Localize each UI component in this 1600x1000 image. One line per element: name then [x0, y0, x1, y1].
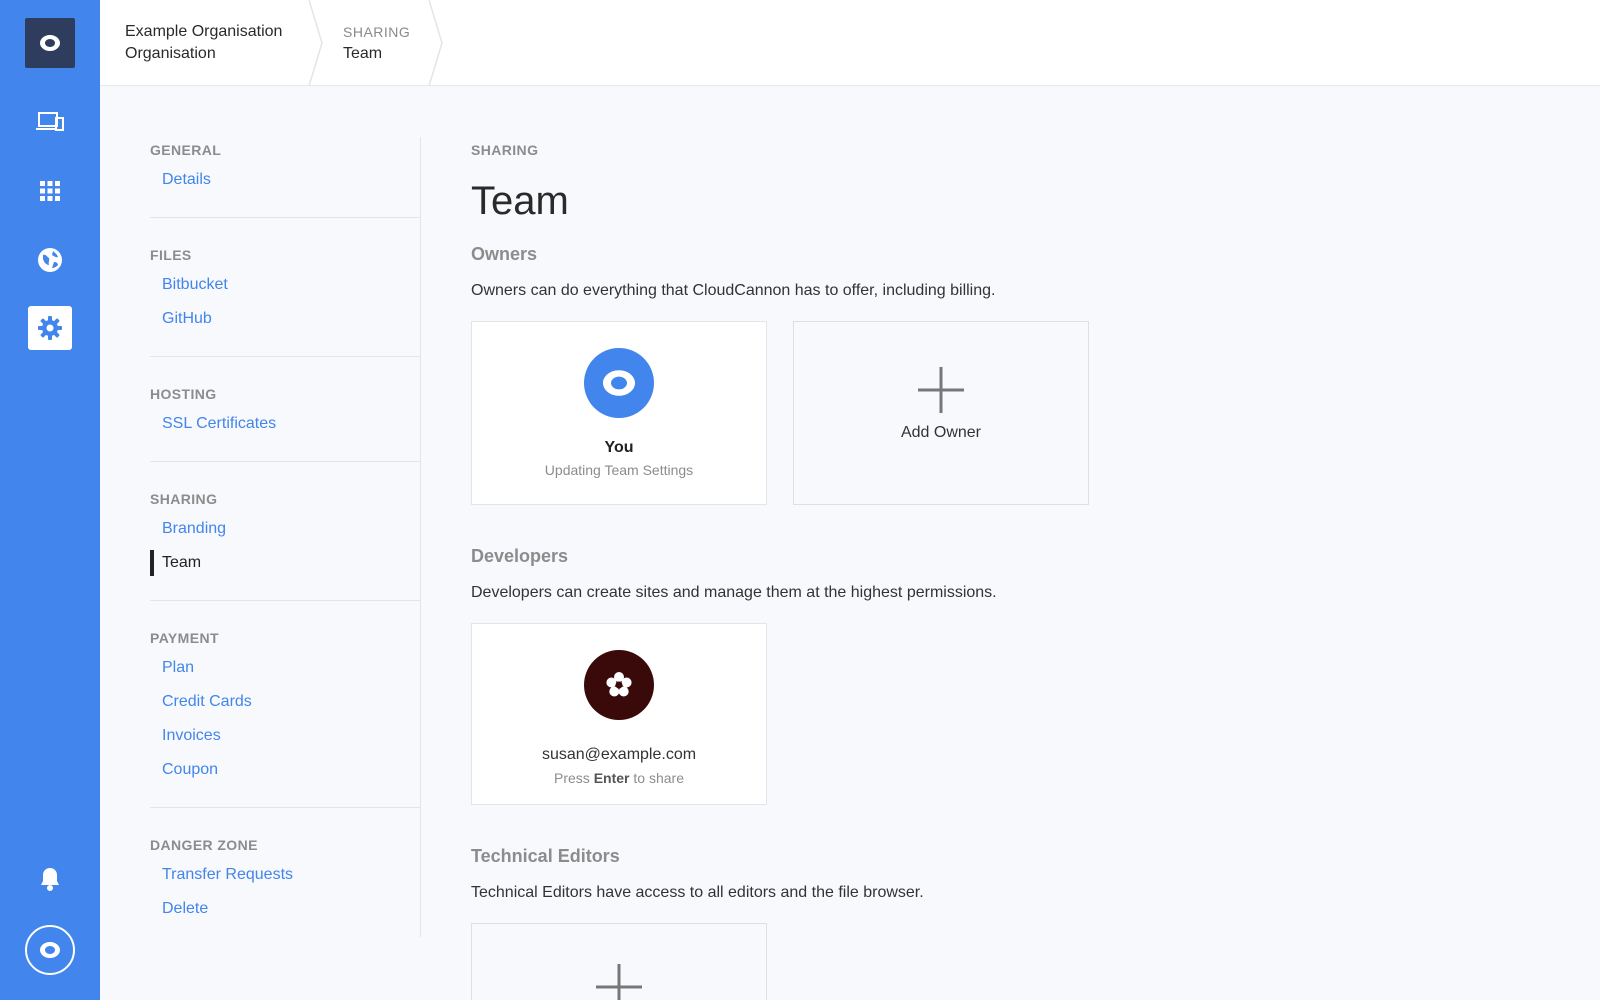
nav-item-github[interactable]: GitHub — [150, 302, 421, 336]
add-owner-label: Add Owner — [900, 424, 982, 441]
nav-group-payment: PAYMENT Plan Credit Cards Invoices Coupo… — [150, 625, 421, 808]
share-hint: Press Enter to share — [554, 769, 684, 787]
technical-editors-section: Technical Editors Technical Editors have… — [471, 843, 1571, 1000]
bell-icon[interactable] — [28, 857, 72, 901]
org-name: Example Organisation — [125, 23, 283, 40]
nav-item-ssl-certificates[interactable]: SSL Certificates — [150, 407, 421, 441]
developer-share-card: Press Enter to share — [471, 623, 767, 805]
owner-avatar-icon — [584, 348, 654, 418]
nav-item-branding[interactable]: Branding — [150, 512, 421, 546]
nav-item-invoices[interactable]: Invoices — [150, 719, 421, 753]
nav-heading: HOSTING — [150, 386, 217, 402]
share-hint-suffix: to share — [633, 770, 684, 786]
breadcrumb: Example Organisation Organisation SHARIN… — [100, 0, 1600, 86]
app-rail — [0, 0, 100, 1000]
nav-item-delete[interactable]: Delete — [150, 892, 421, 926]
nav-item-plan[interactable]: Plan — [150, 651, 421, 685]
nav-heading: PAYMENT — [150, 630, 219, 646]
nav-item-transfer-requests[interactable]: Transfer Requests — [150, 858, 421, 892]
technical-editors-description: Technical Editors have access to all edi… — [471, 884, 924, 901]
owners-heading: Owners — [471, 244, 538, 264]
breadcrumb-organisation[interactable]: Example Organisation Organisation — [125, 0, 282, 86]
breadcrumb-separator-icon — [308, 0, 323, 86]
share-hint-key: Enter — [593, 770, 630, 786]
breadcrumb-separator-icon — [428, 0, 443, 86]
settings-nav: GENERAL Details FILES Bitbucket GitHub H… — [150, 137, 421, 937]
add-technical-editor-button[interactable] — [471, 923, 767, 1000]
nav-heading: FILES — [150, 247, 192, 263]
nav-item-team[interactable]: Team — [150, 546, 421, 580]
owner-status: Updating Team Settings — [544, 462, 694, 478]
owner-name: You — [604, 439, 634, 456]
technical-editors-heading: Technical Editors — [471, 846, 620, 866]
nav-heading: DANGER ZONE — [150, 837, 258, 853]
plus-icon — [594, 962, 644, 1000]
org-type: Organisation — [125, 45, 216, 62]
developers-section: Developers Developers can create sites a… — [471, 543, 1571, 805]
share-email-input[interactable] — [499, 744, 739, 766]
nav-group-hosting: HOSTING SSL Certificates — [150, 381, 421, 462]
nav-item-credit-cards[interactable]: Credit Cards — [150, 685, 421, 719]
globe-icon[interactable] — [28, 238, 72, 282]
developers-heading: Developers — [471, 546, 569, 566]
breadcrumb-section: SHARING — [343, 24, 411, 40]
flower-avatar-icon — [584, 650, 654, 720]
owner-card-you: You Updating Team Settings — [471, 321, 767, 505]
devices-icon[interactable] — [28, 100, 72, 144]
plus-icon — [916, 364, 966, 416]
developers-description: Developers can create sites and manage t… — [471, 584, 997, 601]
share-hint-prefix: Press — [554, 770, 590, 786]
section-kicker: SHARING — [471, 142, 539, 158]
nav-group-general: GENERAL Details — [150, 137, 421, 218]
breadcrumb-current[interactable]: SHARING Team — [343, 0, 410, 86]
breadcrumb-page: Team — [343, 45, 383, 62]
owners-section: Owners Owners can do everything that Clo… — [471, 241, 1571, 505]
user-avatar-icon[interactable] — [25, 925, 75, 975]
nav-item-coupon[interactable]: Coupon — [150, 753, 421, 787]
nav-group-danger-zone: DANGER ZONE Transfer Requests Delete — [150, 832, 421, 946]
owners-description: Owners can do everything that CloudCanno… — [471, 282, 996, 299]
gear-icon[interactable] — [28, 306, 72, 350]
team-settings-panel: SHARING Team Owners Owners can do everyt… — [471, 137, 1571, 1000]
nav-heading: GENERAL — [150, 142, 222, 158]
cloudcannon-logo-icon[interactable] — [25, 18, 75, 68]
add-owner-button[interactable]: Add Owner — [793, 321, 1089, 505]
nav-group-files: FILES Bitbucket GitHub — [150, 242, 421, 357]
nav-item-bitbucket[interactable]: Bitbucket — [150, 268, 421, 302]
nav-heading: SHARING — [150, 491, 218, 507]
apps-grid-icon[interactable] — [28, 169, 72, 213]
nav-group-sharing: SHARING Branding Team — [150, 486, 421, 601]
page-title: Team — [471, 179, 569, 223]
nav-item-details[interactable]: Details — [150, 163, 421, 197]
